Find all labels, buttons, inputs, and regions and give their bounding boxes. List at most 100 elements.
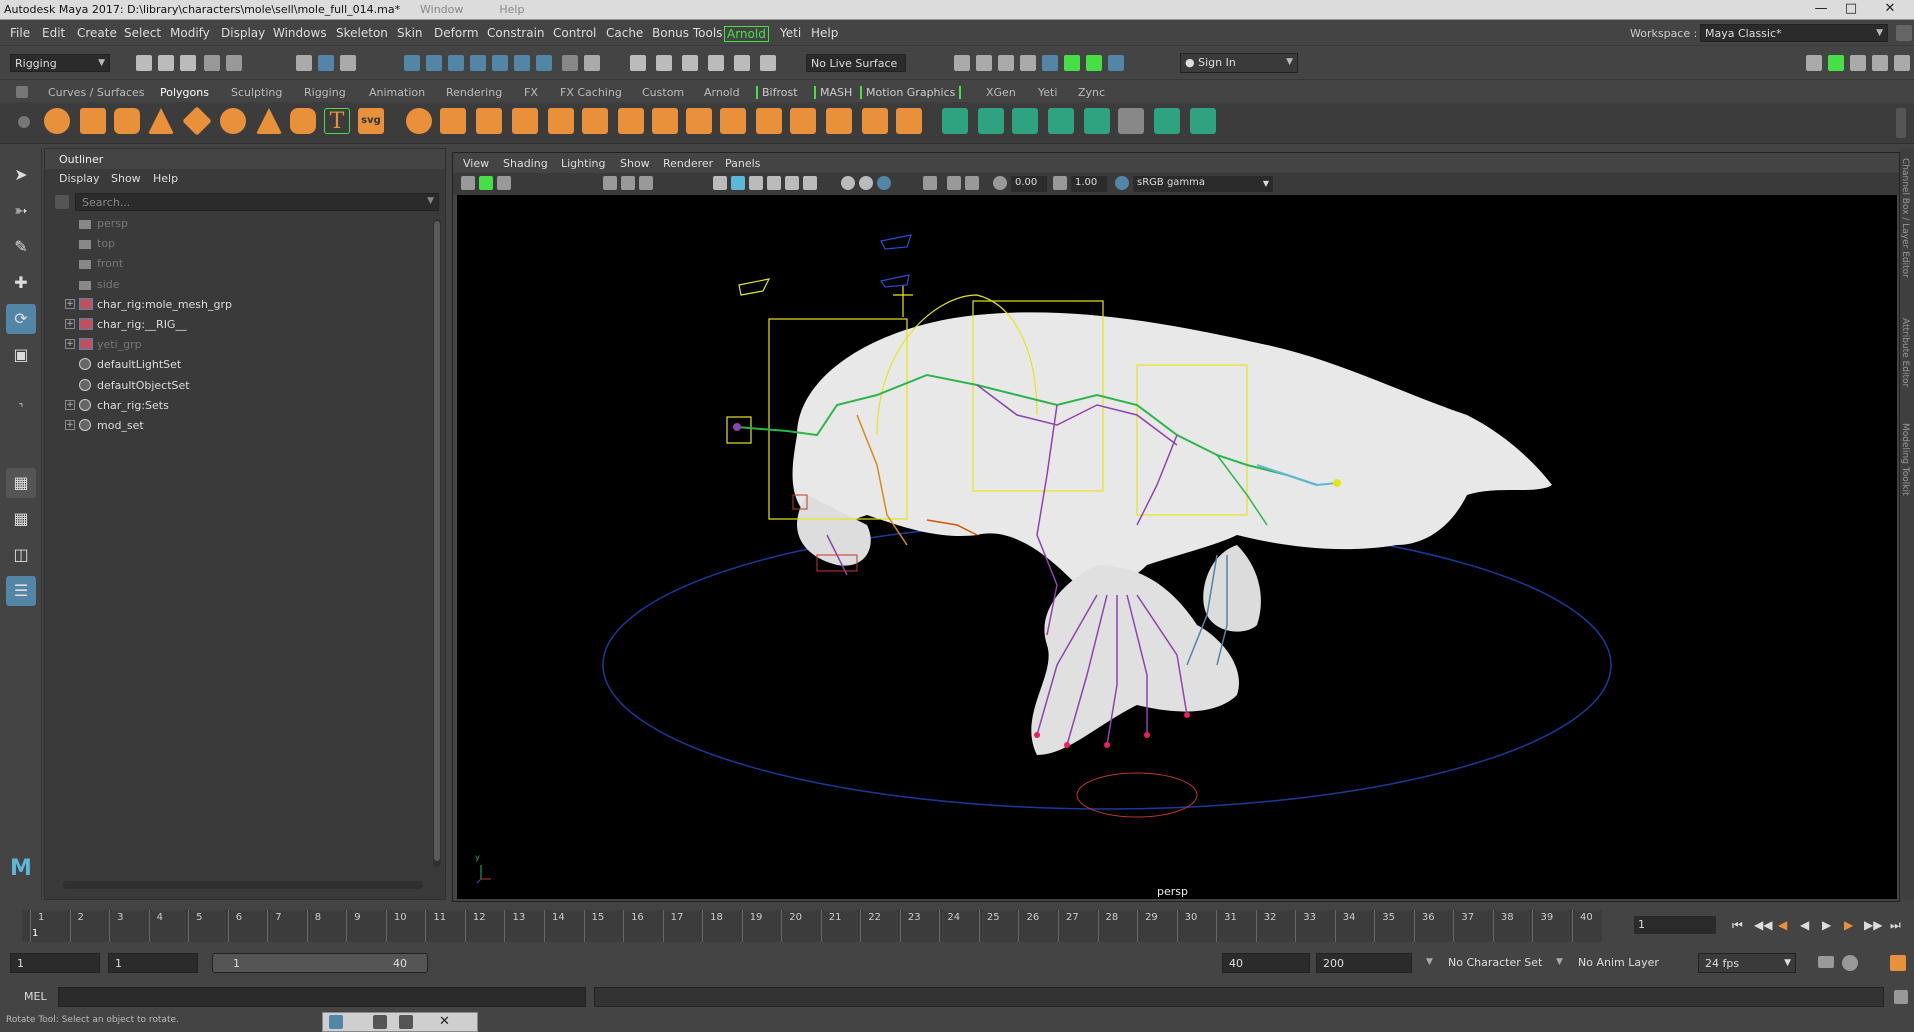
color-space-dropdown[interactable]: sRGB gamma ▼ (1133, 176, 1273, 192)
render-globals-icon[interactable] (1020, 55, 1036, 71)
gamma-icon[interactable] (1053, 176, 1067, 190)
go-to-start-icon[interactable]: ⏮ (1732, 918, 1743, 933)
extract-icon[interactable] (548, 108, 574, 134)
outliner-menu-display[interactable]: Display (59, 172, 100, 185)
single-pane-icon[interactable]: ▦ (6, 468, 36, 498)
move-tool-icon[interactable]: ✚ (6, 268, 36, 298)
expand-icon[interactable]: + (65, 298, 75, 309)
menu-display[interactable]: Display (221, 26, 265, 40)
character-set-dropdown[interactable]: No Character Set (1448, 956, 1542, 969)
viewport-canvas[interactable]: y persp (457, 195, 1897, 899)
maximize-icon[interactable] (399, 1015, 413, 1029)
command-input[interactable] (58, 987, 586, 1007)
menuset-dropdown[interactable]: Rigging ▼ (10, 54, 110, 72)
playback-end-field[interactable]: 40 (1222, 953, 1310, 973)
close-button[interactable]: ✕ (1868, 0, 1912, 18)
xray-joints-icon[interactable] (965, 176, 979, 190)
snap-curve-icon[interactable] (426, 55, 442, 71)
cut-uv-icon[interactable] (1154, 108, 1180, 134)
automatic-uv-icon[interactable] (1048, 108, 1074, 134)
playback-start-field[interactable]: 1 (108, 953, 198, 973)
poly-pyramid-icon[interactable] (256, 108, 282, 134)
time-slider-track[interactable]: 1 2 3 4 5 6 7 8 9 10 11 12 13 14 15 16 17 18 19 20 21 22 23 24 2… (22, 910, 1602, 942)
tab-arnold[interactable]: Arnold (704, 86, 740, 99)
redo-icon[interactable] (226, 55, 242, 71)
outliner-item[interactable]: side (65, 276, 425, 296)
symmetry-icon[interactable] (536, 55, 552, 71)
arnold-ipr-icon[interactable] (1086, 55, 1102, 71)
poly-cone-icon[interactable] (148, 108, 174, 134)
outliner-item[interactable]: defaultLightSet (65, 356, 425, 376)
attribute-editor-icon[interactable] (1828, 55, 1844, 71)
camera-attrs-icon[interactable] (479, 176, 493, 190)
menu-constrain[interactable]: Constrain (487, 26, 545, 40)
uv-editor-icon[interactable] (1084, 108, 1110, 134)
pick-icon[interactable] (584, 55, 600, 71)
poly-sphere-icon[interactable] (44, 108, 70, 134)
menu-bonus-tools[interactable]: Bonus Tools (652, 26, 722, 40)
poly-cylinder-icon[interactable] (114, 108, 140, 134)
menu-help[interactable]: Help (811, 26, 838, 40)
go-to-end-icon[interactable]: ⏭ (1890, 918, 1901, 933)
antialiasing-icon[interactable] (877, 176, 891, 190)
tab-bifrost[interactable]: Bifrost (756, 86, 798, 99)
outliner-persp-icon[interactable]: ☰ (6, 576, 36, 606)
vp-menu-view[interactable]: View (463, 157, 489, 170)
step-forward-key-icon[interactable]: ▶ (1844, 918, 1853, 932)
isolate-select-icon[interactable] (923, 176, 937, 190)
grid-icon[interactable] (603, 176, 617, 190)
outliner-item[interactable]: persp (65, 215, 425, 235)
restore-icon[interactable] (373, 1015, 387, 1029)
undo-icon[interactable] (204, 55, 220, 71)
tab-curves-surfaces[interactable]: Curves / Surfaces (48, 86, 145, 99)
mirror-icon[interactable] (476, 108, 502, 134)
play-forward-icon[interactable]: ▶ (1822, 918, 1831, 932)
step-forward-icon[interactable]: ▶▶ (1864, 918, 1882, 932)
render-settings-icon[interactable] (760, 55, 776, 71)
poly-svg-icon[interactable]: svg (358, 108, 384, 134)
filter-icon[interactable] (55, 195, 69, 209)
expand-icon[interactable]: + (65, 399, 75, 410)
bridge-icon[interactable] (618, 108, 644, 134)
rotate-tool-icon[interactable]: ⟳ (6, 304, 36, 334)
tab-modeling-toolkit[interactable]: Modeling Toolkit (1900, 423, 1910, 496)
hypershade-icon[interactable] (1042, 55, 1058, 71)
mel-label[interactable]: MEL (24, 990, 47, 1003)
tab-rigging[interactable]: Rigging (304, 86, 346, 99)
tab-animation[interactable]: Animation (369, 86, 425, 99)
tab-zync[interactable]: Zync (1078, 86, 1105, 99)
bevel-icon[interactable] (756, 108, 782, 134)
range-slider-bar[interactable]: 1 40 (212, 953, 428, 973)
tab-channel-box[interactable]: Channel Box / Layer Editor (1900, 158, 1910, 278)
wireframe-on-shaded-icon[interactable] (749, 176, 763, 190)
ambient-occlusion-icon[interactable] (841, 176, 855, 190)
maximize-button[interactable]: □ (1836, 0, 1866, 18)
outliner-item[interactable]: + yeti_grp (65, 336, 425, 356)
minimize-button[interactable]: — (1806, 0, 1836, 18)
extrude-icon[interactable] (720, 108, 746, 134)
menu-control[interactable]: Control (553, 26, 596, 40)
outliner-item[interactable]: + mod_set (65, 417, 425, 437)
scroll-thumb[interactable] (434, 221, 440, 861)
menu-windows[interactable]: Windows (273, 26, 327, 40)
tab-motion-graphics[interactable]: Motion Graphics (860, 86, 962, 99)
camera-icon[interactable] (461, 176, 475, 190)
step-back-key-icon[interactable]: ◀ (1778, 918, 1787, 932)
outliner-vscroll[interactable] (433, 219, 441, 867)
tab-xgen[interactable]: XGen (986, 86, 1016, 99)
outliner-item[interactable]: + char_rig:__RIG__ (65, 316, 425, 336)
menu-file[interactable]: File (10, 26, 30, 40)
checker-icon[interactable] (1118, 108, 1144, 134)
poly-cube-icon[interactable] (80, 108, 106, 134)
spherical-uv-icon[interactable] (1012, 108, 1038, 134)
play-backward-icon[interactable]: ◀ (1800, 918, 1809, 932)
fps-dropdown[interactable]: 24 fps ▼ (1698, 953, 1796, 973)
menu-select[interactable]: Select (124, 26, 161, 40)
sew-uv-icon[interactable] (1190, 108, 1216, 134)
shadows-icon[interactable] (803, 176, 817, 190)
tab-sculpting[interactable]: Sculpting (231, 86, 282, 99)
tab-yeti[interactable]: Yeti (1038, 86, 1057, 99)
anim-start-field[interactable]: 1 (10, 953, 100, 973)
resolution-gate-icon[interactable] (639, 176, 653, 190)
fill-hole-icon[interactable] (686, 108, 712, 134)
